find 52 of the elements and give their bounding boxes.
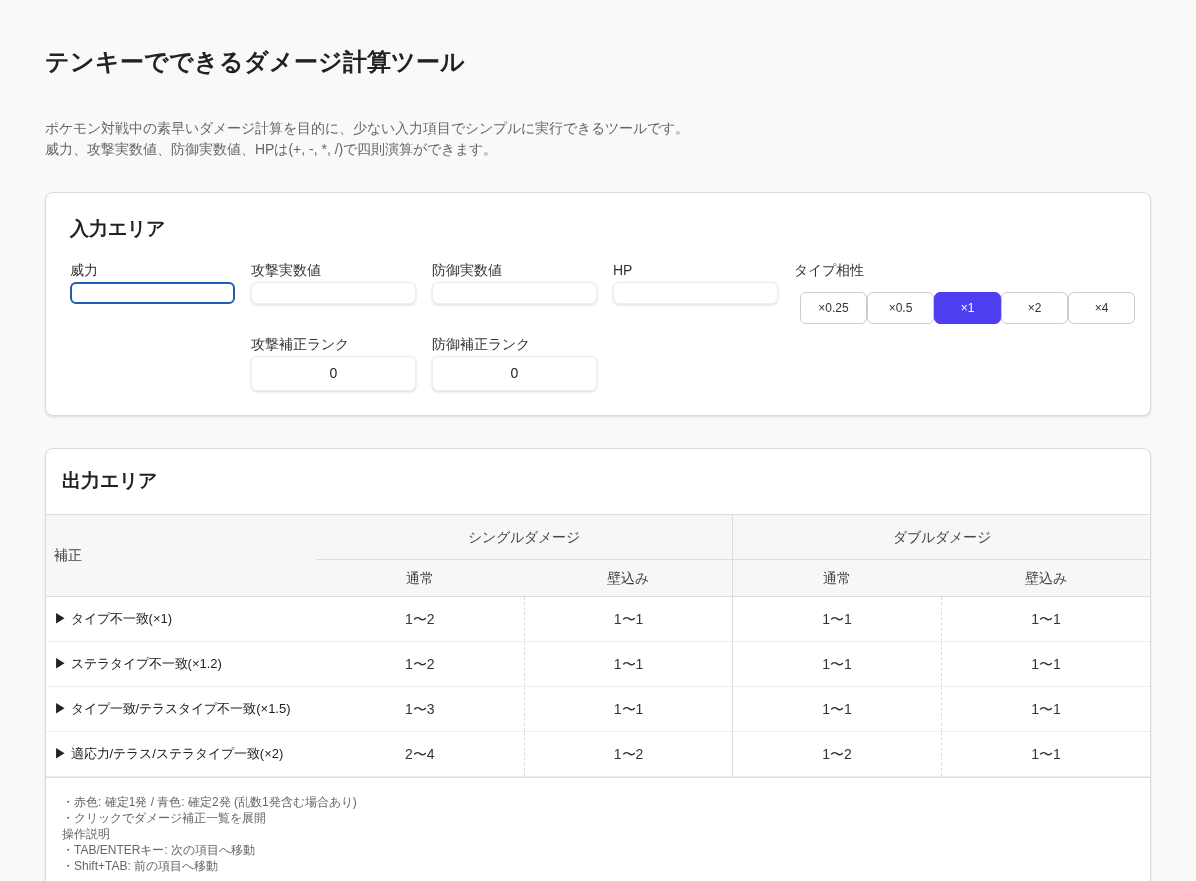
table-cell: 1〜1: [524, 686, 733, 732]
note-text: ・Shift+TAB: 前の項目へ移動: [62, 858, 220, 874]
column-header: 通常: [315, 559, 525, 597]
column-header: 補正: [46, 514, 316, 597]
row-label[interactable]: ▶ タイプ一致/テラスタイプ不一致(×1.5): [46, 686, 316, 732]
column-header: 壁込み: [524, 559, 733, 597]
column-header: ダブルダメージ: [732, 514, 1150, 560]
table-cell: 1〜1: [941, 686, 1150, 732]
field-label: 攻撃補正ランク: [251, 334, 350, 354]
rank-field[interactable]: 0: [251, 355, 416, 391]
field-label: タイプ相性: [794, 260, 865, 280]
section-heading: 入力エリア: [70, 217, 166, 241]
table-cell: 1〜1: [941, 596, 1150, 642]
row-label[interactable]: ▶ 適応力/テラス/ステラタイプ一致(×2): [46, 731, 316, 777]
column-header: シングルダメージ: [315, 514, 733, 560]
table-cell: 2〜4: [315, 731, 525, 777]
multiplier-button[interactable]: ×0.25: [800, 291, 867, 324]
note-text: ・TAB/ENTERキー: 次の項目へ移動: [62, 842, 257, 858]
row-label[interactable]: ▶ ステラタイプ不一致(×1.2): [46, 641, 316, 687]
description-text: 威力、攻撃実数値、防御実数値、HPは(+, -, *, /)で四則演算ができます。: [45, 140, 499, 159]
column-header: 壁込み: [941, 559, 1150, 597]
input-field[interactable]: [70, 281, 235, 304]
table-cell: 1〜1: [732, 596, 942, 642]
section-heading: 出力エリア: [61, 468, 158, 493]
page-title: テンキーでできるダメージ計算ツール: [45, 47, 466, 77]
column-header: 通常: [732, 559, 942, 597]
table-cell: 1〜1: [732, 641, 942, 687]
table-cell: 1〜2: [315, 596, 525, 642]
multiplier-button[interactable]: ×0.5: [867, 291, 934, 324]
description-text: ポケモン対戦中の素早いダメージ計算を目的に、少ない入力項目でシンプルに実行できるツールです。: [45, 119, 690, 138]
table-cell: 1〜1: [941, 731, 1150, 777]
note-text: 操作説明: [62, 826, 111, 842]
note-text: ・クリックでダメージ補正一覧を展開: [62, 810, 267, 826]
field-label: 威力: [70, 260, 99, 280]
multiplier-button[interactable]: ×4: [1068, 291, 1135, 324]
field-label: 防御補正ランク: [432, 334, 531, 354]
table-cell: 1〜1: [941, 641, 1150, 687]
table-cell: 1〜1: [524, 641, 733, 687]
row-label[interactable]: ▶ タイプ不一致(×1): [46, 596, 316, 642]
multiplier-button[interactable]: ×2: [1001, 291, 1068, 324]
table-cell: 1〜2: [732, 731, 942, 777]
table-cell: 1〜1: [732, 686, 942, 732]
table-cell: 1〜2: [315, 641, 525, 687]
rank-field[interactable]: 0: [432, 355, 597, 391]
table-cell: 1〜3: [315, 686, 525, 732]
table-cell: 1〜1: [524, 596, 733, 642]
multiplier-button[interactable]: ×1: [934, 291, 1001, 324]
table-cell: 1〜2: [524, 731, 733, 777]
field-label: 防御実数値: [432, 260, 503, 280]
note-text: ・赤色: 確定1発 / 青色: 確定2発 (乱数1発含む場合あり): [62, 794, 358, 810]
field-label: HP: [613, 260, 634, 280]
field-label: 攻撃実数値: [251, 260, 322, 280]
